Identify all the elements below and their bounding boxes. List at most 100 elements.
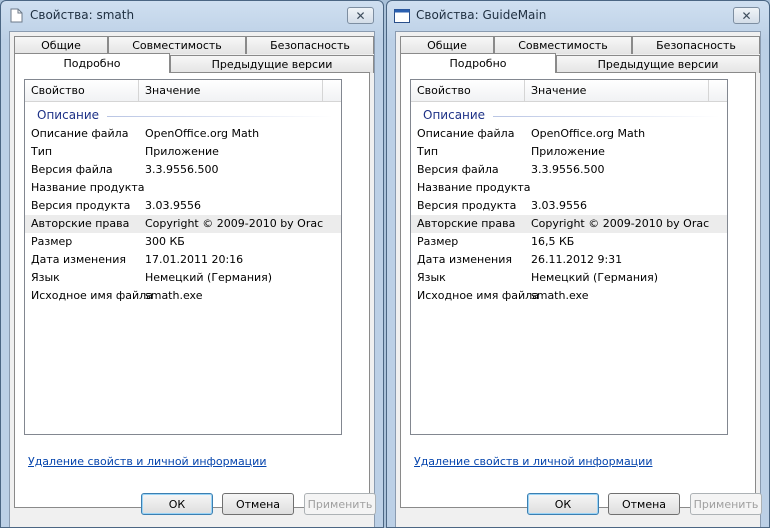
- property-value: Приложение: [145, 145, 219, 158]
- property-value: OpenOffice.org Math: [531, 127, 646, 140]
- group-divider: [107, 116, 333, 117]
- column-header-value[interactable]: Значение: [139, 80, 323, 102]
- close-button[interactable]: ✕: [347, 7, 374, 24]
- property-value: smath.exe: [145, 289, 203, 302]
- property-name: Описание файла: [417, 127, 515, 140]
- dialog-client-area: Общие Совместимость Безопасность Подробн…: [9, 31, 376, 527]
- property-name: Дата изменения: [31, 253, 126, 266]
- list-row[interactable]: Размер 300 КБ: [25, 233, 341, 251]
- property-value: 3.03.9556: [531, 199, 587, 212]
- property-value: Copyright © 2009-2010 by Oracle ...: [531, 217, 709, 230]
- tab-general[interactable]: Общие: [400, 36, 494, 54]
- list-row[interactable]: Исходное имя файла smath.exe: [25, 287, 341, 305]
- list-row[interactable]: Название продукта: [25, 179, 341, 197]
- properties-list[interactable]: Свойство Значение Описание Описание файл…: [24, 79, 342, 435]
- property-value: 17.01.2011 20:16: [145, 253, 244, 266]
- list-row[interactable]: Язык Немецкий (Германия): [411, 269, 727, 287]
- window-title: Свойства: smath: [30, 8, 135, 22]
- property-name: Название продукта: [417, 181, 531, 194]
- property-value: 26.11.2012 9:31: [531, 253, 623, 266]
- apply-button[interactable]: Применить: [690, 493, 762, 515]
- remove-properties-link[interactable]: Удаление свойств и личной информации: [414, 455, 652, 468]
- property-name: Исходное имя файла: [417, 289, 539, 302]
- property-value: Приложение: [531, 145, 605, 158]
- list-row[interactable]: Тип Приложение: [411, 143, 727, 161]
- group-header-description[interactable]: Описание: [25, 107, 341, 125]
- property-name: Размер: [417, 235, 459, 248]
- properties-dialog-guidemain: Свойства: GuideMain ✕ Общие Совместимост…: [386, 0, 770, 528]
- close-icon: ✕: [741, 8, 752, 23]
- list-row[interactable]: Размер 16,5 КБ: [411, 233, 727, 251]
- column-header-value[interactable]: Значение: [525, 80, 709, 102]
- property-name: Название продукта: [31, 181, 145, 194]
- window-title: Свойства: GuideMain: [416, 8, 547, 22]
- tab-details[interactable]: Подробно: [14, 53, 170, 73]
- tab-compatibility[interactable]: Совместимость: [108, 36, 246, 54]
- column-header-property[interactable]: Свойство: [25, 80, 139, 102]
- group-header-description[interactable]: Описание: [411, 107, 727, 125]
- column-header-property[interactable]: Свойство: [411, 80, 525, 102]
- list-row[interactable]: Описание файла OpenOffice.org Math: [411, 125, 727, 143]
- list-row[interactable]: Язык Немецкий (Германия): [25, 269, 341, 287]
- property-value: 16,5 КБ: [531, 235, 575, 248]
- close-button[interactable]: ✕: [733, 7, 760, 24]
- list-row[interactable]: Версия файла 3.3.9556.500: [25, 161, 341, 179]
- cancel-button[interactable]: Отмена: [222, 493, 294, 515]
- list-row-hovered[interactable]: Авторские права Copyright © 2009-2010 by …: [411, 215, 727, 233]
- tab-general[interactable]: Общие: [14, 36, 108, 54]
- remove-properties-link[interactable]: Удаление свойств и личной информации: [28, 455, 266, 468]
- application-window-icon: [394, 8, 410, 23]
- tab-security[interactable]: Безопасность: [246, 36, 374, 54]
- dialog-client-area: Общие Совместимость Безопасность Подробн…: [395, 31, 762, 527]
- tab-previous-versions[interactable]: Предыдущие версии: [556, 55, 760, 73]
- list-row[interactable]: Тип Приложение: [25, 143, 341, 161]
- property-value: 3.3.9556.500: [145, 163, 219, 176]
- property-name: Исходное имя файла: [31, 289, 153, 302]
- property-name: Тип: [31, 145, 53, 158]
- property-name: Авторские права: [31, 217, 130, 230]
- list-row[interactable]: Версия продукта 3.03.9556: [411, 197, 727, 215]
- tab-compatibility[interactable]: Совместимость: [494, 36, 632, 54]
- list-row[interactable]: Дата изменения 17.01.2011 20:16: [25, 251, 341, 269]
- list-row[interactable]: Дата изменения 26.11.2012 9:31: [411, 251, 727, 269]
- property-name: Язык: [31, 271, 60, 284]
- property-value: Немецкий (Германия): [145, 271, 273, 284]
- list-header: Свойство Значение: [25, 80, 341, 102]
- property-name: Описание файла: [31, 127, 129, 140]
- title-bar[interactable]: Свойства: GuideMain ✕: [387, 1, 769, 31]
- ok-button[interactable]: ОК: [527, 493, 599, 515]
- list-row[interactable]: Версия продукта 3.03.9556: [25, 197, 341, 215]
- close-icon: ✕: [355, 8, 366, 23]
- list-header: Свойство Значение: [411, 80, 727, 102]
- list-row[interactable]: Название продукта: [411, 179, 727, 197]
- properties-list[interactable]: Свойство Значение Описание Описание файл…: [410, 79, 728, 435]
- ok-button[interactable]: ОК: [141, 493, 213, 515]
- list-row[interactable]: Версия файла 3.3.9556.500: [411, 161, 727, 179]
- property-name: Размер: [31, 235, 73, 248]
- property-name: Версия продукта: [31, 199, 131, 212]
- property-value: 3.03.9556: [145, 199, 201, 212]
- list-row-hovered[interactable]: Авторские права Copyright © 2009-2010 by …: [25, 215, 341, 233]
- property-name: Версия файла: [417, 163, 499, 176]
- property-name: Тип: [417, 145, 439, 158]
- group-divider: [493, 116, 719, 117]
- tab-details[interactable]: Подробно: [400, 53, 556, 73]
- tab-security[interactable]: Безопасность: [632, 36, 760, 54]
- title-bar[interactable]: Свойства: smath ✕: [1, 1, 383, 31]
- property-value: Copyright © 2009-2010 by Oracle ...: [145, 217, 323, 230]
- property-name: Дата изменения: [417, 253, 512, 266]
- tab-previous-versions[interactable]: Предыдущие версии: [170, 55, 374, 73]
- property-value: 300 КБ: [145, 235, 185, 248]
- generic-file-icon: [8, 8, 24, 23]
- property-name: Авторские права: [417, 217, 516, 230]
- apply-button[interactable]: Применить: [304, 493, 376, 515]
- property-name: Версия файла: [31, 163, 113, 176]
- cancel-button[interactable]: Отмена: [608, 493, 680, 515]
- list-row[interactable]: Исходное имя файла smath.exe: [411, 287, 727, 305]
- list-row[interactable]: Описание файла OpenOffice.org Math: [25, 125, 341, 143]
- properties-dialog-smath: Свойства: smath ✕ Общие Совместимость Бе…: [0, 0, 384, 528]
- property-name: Версия продукта: [417, 199, 517, 212]
- property-value: OpenOffice.org Math: [145, 127, 260, 140]
- group-label: Описание: [423, 108, 486, 122]
- property-value: smath.exe: [531, 289, 589, 302]
